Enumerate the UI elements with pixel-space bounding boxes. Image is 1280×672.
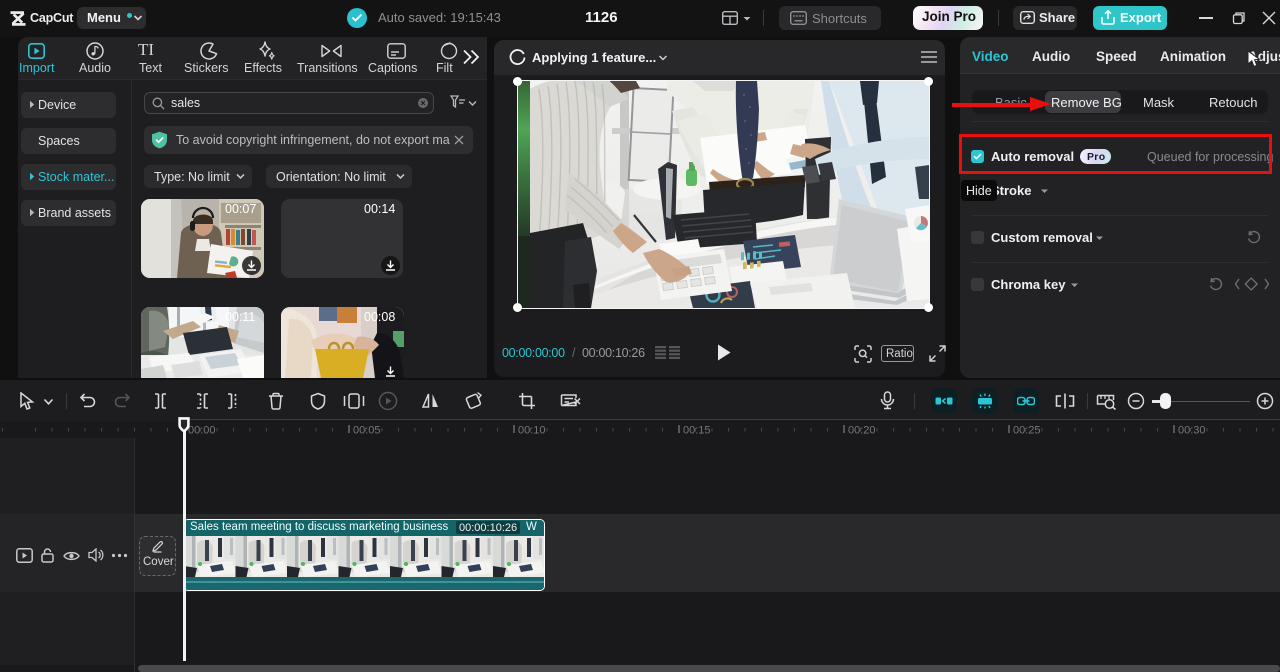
svg-text:00:20: 00:20 bbox=[848, 425, 876, 437]
svg-text:00:10: 00:10 bbox=[518, 425, 546, 437]
svg-text:00:25: 00:25 bbox=[1013, 425, 1041, 437]
svg-text:00:15: 00:15 bbox=[683, 425, 711, 437]
svg-text:00:00: 00:00 bbox=[188, 425, 216, 437]
svg-text:00:05: 00:05 bbox=[353, 425, 381, 437]
svg-text:00:30: 00:30 bbox=[1178, 425, 1206, 437]
